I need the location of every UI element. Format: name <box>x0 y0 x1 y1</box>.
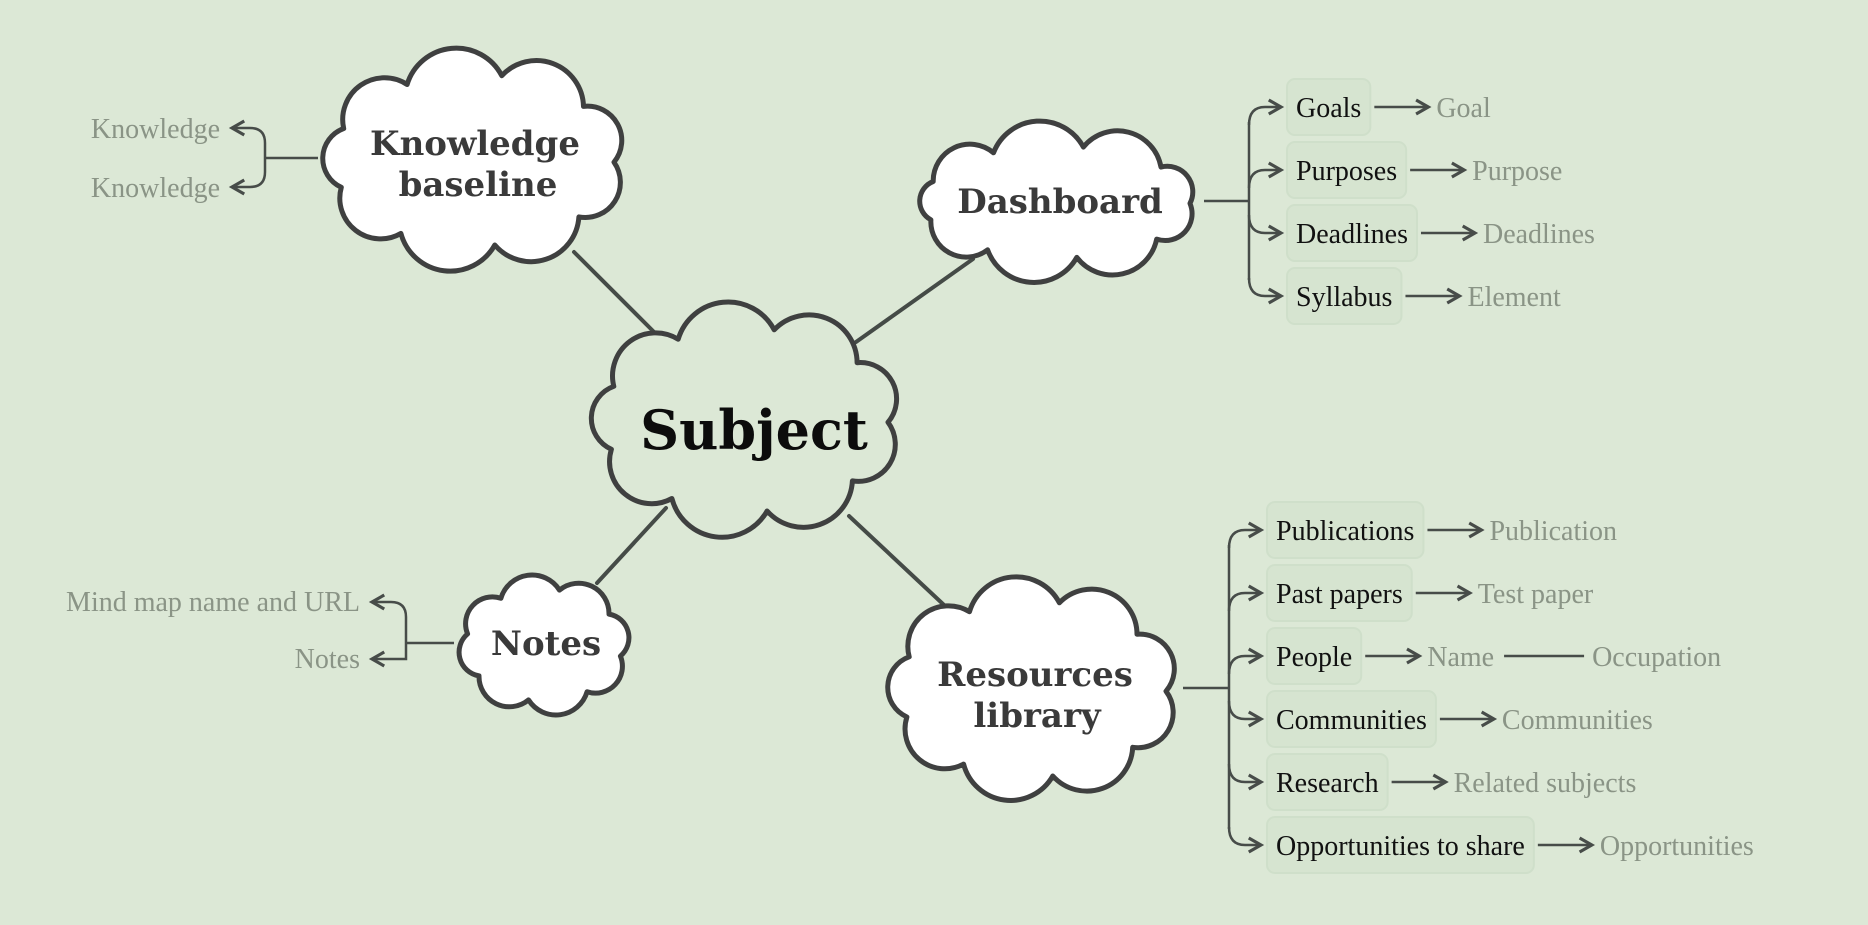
resources-leaf-label[interactable]: Opportunities <box>1600 831 1754 862</box>
dashboard-branches: Goals Goal Purposes Purpose Deadlines Deadlin… <box>1204 78 1595 325</box>
notes-child-1[interactable]: Mind map name and URL <box>66 587 360 618</box>
notes-child-2[interactable]: Notes <box>295 644 360 675</box>
mind-map-canvas: Subject Knowledge baseline Dashboard Not… <box>66 45 1754 874</box>
knowledge-branch-1 <box>228 119 267 158</box>
dashboard-leaf-label[interactable]: Deadlines <box>1483 219 1595 250</box>
resources-child-label[interactable]: Past papers <box>1276 579 1403 610</box>
knowledge-branches: Knowledge Knowledge <box>91 114 318 204</box>
knowledge-branch-2 <box>228 158 267 196</box>
resources-child-label[interactable]: Research <box>1276 768 1379 799</box>
notes-branch-1 <box>368 593 408 643</box>
knowledge-baseline-title-line1[interactable]: Knowledge <box>370 124 580 164</box>
dashboard-leaf-label[interactable]: Purpose <box>1472 156 1562 187</box>
dashboard-branch-arrow <box>1247 98 1285 126</box>
resources-branches: Publications Publication Past papers Test p… <box>1183 501 1754 874</box>
dashboard-child-label[interactable]: Goals <box>1296 93 1361 124</box>
resources-library-title-line2[interactable]: library <box>973 696 1101 736</box>
resources-child-label[interactable]: Communities <box>1276 705 1427 736</box>
resources-branch-arrow <box>1227 647 1265 675</box>
resources-leaf-label[interactable]: Publication <box>1489 516 1617 547</box>
dashboard-child-label[interactable]: Deadlines <box>1296 219 1408 250</box>
resources-child-label[interactable]: Publications <box>1276 516 1414 547</box>
notes-branch-2 <box>368 643 408 668</box>
resources-library-title-line1[interactable]: Resources <box>937 655 1133 695</box>
dashboard-title[interactable]: Dashboard <box>957 182 1163 222</box>
dashboard-leaf-label[interactable]: Goal <box>1436 93 1491 124</box>
knowledge-child-2[interactable]: Knowledge <box>91 173 220 204</box>
dashboard-leaf-label[interactable]: Element <box>1467 282 1561 313</box>
dashboard-branch-arrow <box>1247 277 1285 305</box>
resources-branch-arrow <box>1227 584 1265 612</box>
resources-branch-arrow <box>1227 521 1265 549</box>
resources-child-label[interactable]: People <box>1276 642 1352 673</box>
knowledge-baseline-title-line2[interactable]: baseline <box>399 165 558 205</box>
link-subject-notes <box>595 506 668 585</box>
dashboard-child-label[interactable]: Purposes <box>1296 156 1397 187</box>
link-subject-knowledge <box>572 250 656 334</box>
resources-leaf-label[interactable]: Communities <box>1502 705 1653 736</box>
resources-branch-arrow <box>1227 763 1265 791</box>
resources-leaf-label[interactable]: Related subjects <box>1454 768 1637 799</box>
resources-branch-arrow <box>1227 700 1265 728</box>
central-topic-title[interactable]: Subject <box>640 398 868 462</box>
resources-child-label[interactable]: Opportunities to share <box>1276 831 1525 862</box>
dashboard-child-label[interactable]: Syllabus <box>1296 282 1392 313</box>
resources-leaf-label-2[interactable]: Occupation <box>1592 642 1721 673</box>
resources-leaf-label[interactable]: Test paper <box>1478 579 1594 610</box>
dashboard-branch-arrow <box>1247 161 1285 189</box>
link-subject-resources <box>847 514 946 607</box>
notes-title[interactable]: Notes <box>491 624 601 664</box>
resources-branch-arrow <box>1227 826 1265 854</box>
notes-branches: Mind map name and URL Notes <box>66 587 454 675</box>
dashboard-branch-arrow <box>1247 214 1285 242</box>
resources-leaf-label[interactable]: Name <box>1427 642 1494 673</box>
knowledge-child-1[interactable]: Knowledge <box>91 114 220 145</box>
link-subject-dashboard <box>854 257 975 344</box>
